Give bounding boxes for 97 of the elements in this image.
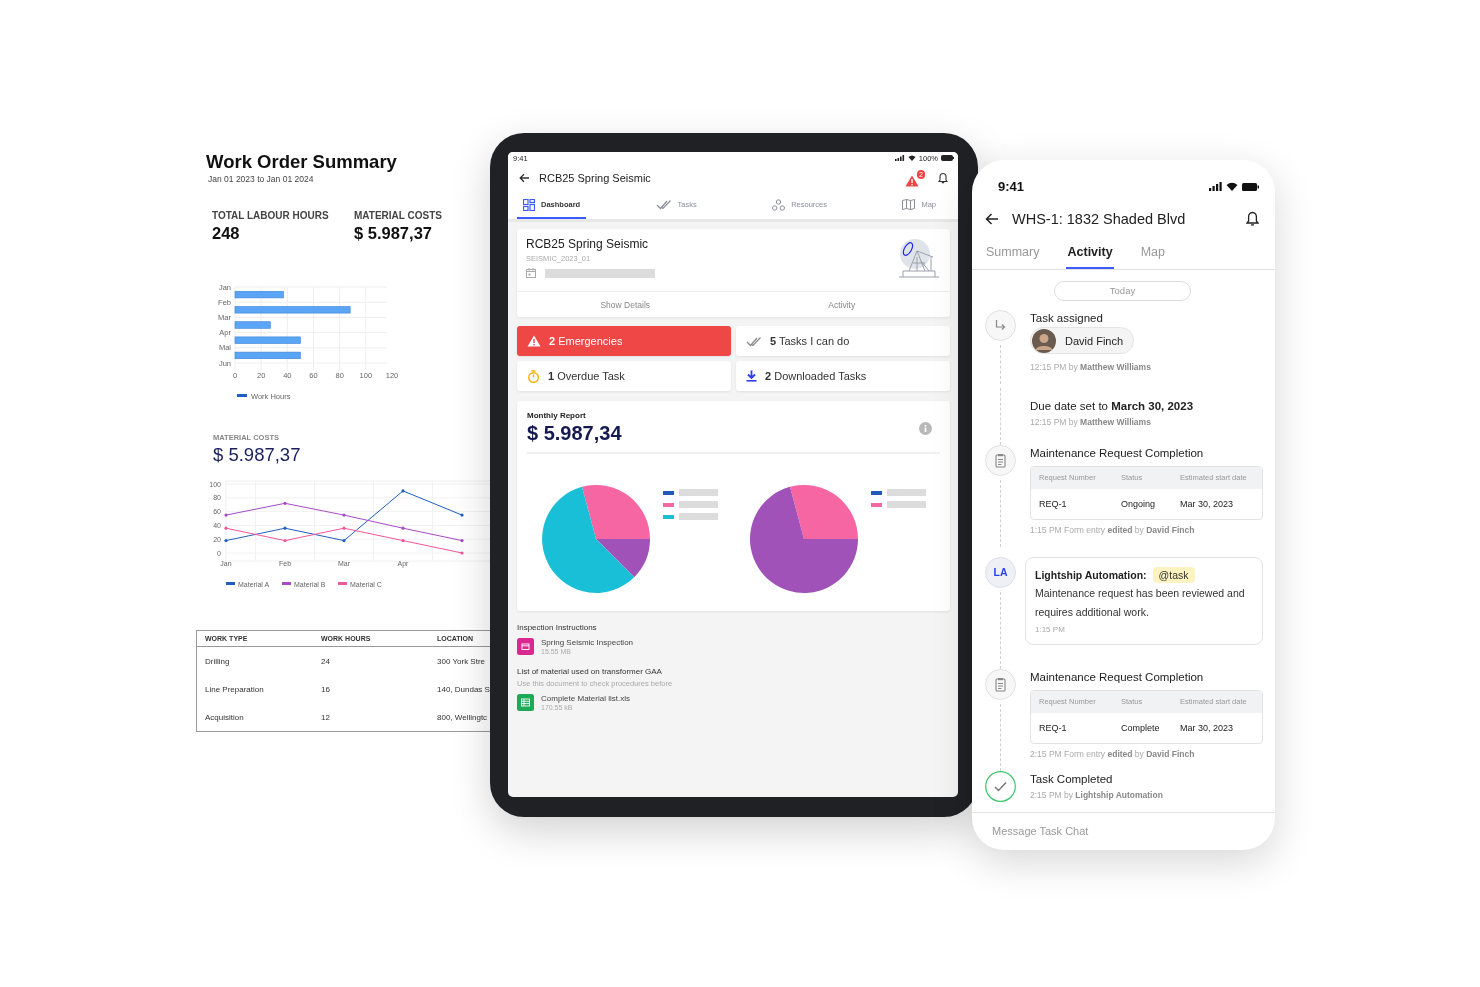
- report-title: Work Order Summary: [206, 150, 398, 174]
- double-check-icon: [655, 199, 672, 210]
- wifi-icon: [907, 155, 916, 161]
- stat-value: 248: [212, 224, 241, 243]
- summary-tile[interactable]: 2 Downloaded Tasks: [736, 361, 950, 391]
- placeholder-bar: [887, 489, 926, 496]
- table-cell: Mar 30, 2023: [1180, 722, 1234, 733]
- signal-icon: [894, 155, 905, 161]
- event-meta: 12:15 PM by Matthew Williams: [1030, 416, 1152, 427]
- stat-value: $ 5.987,37: [354, 224, 433, 243]
- back-arrow-icon[interactable]: [985, 212, 999, 225]
- stat-label: MATERIAL COSTS: [354, 210, 443, 221]
- file-name: Complete Material list.xls: [541, 694, 630, 703]
- placeholder-bar: [679, 513, 718, 520]
- summary-tile[interactable]: 5 Tasks I can do: [736, 326, 950, 356]
- clipboard-icon: [985, 444, 1016, 476]
- download-icon: [746, 370, 757, 382]
- event-title: Due date set to March 30, 2023: [1030, 398, 1195, 412]
- event-meta: 2:15 PM by Lightship Automation: [1030, 789, 1164, 800]
- check-icon: [985, 770, 1016, 802]
- chart-value: $ 5.987,37: [213, 444, 302, 466]
- calendar-icon: [526, 268, 536, 278]
- grid-icon: [523, 198, 535, 211]
- table-cell: 300 York Stre: [429, 646, 496, 675]
- clipboard-icon: [985, 668, 1016, 700]
- spreadsheet-file-icon: [517, 694, 534, 711]
- placeholder-bar: [679, 501, 718, 508]
- circles-icon: [772, 198, 786, 211]
- summary-tile[interactable]: 1 Overdue Task: [517, 361, 731, 391]
- table-cell-text: REQ-1: [1039, 722, 1068, 733]
- calendar-file-icon: [517, 638, 534, 655]
- double-check-icon: [746, 335, 762, 347]
- initials-avatar: LA: [985, 556, 1016, 588]
- legend-swatch: [226, 582, 235, 585]
- amount: $ 5.987,34: [527, 422, 622, 445]
- comment-text: Maintenance request has been reviewed and requires additional work.: [1035, 585, 1246, 620]
- section-heading: List of material used on transformer GAA: [517, 667, 663, 676]
- legend-swatch: [282, 582, 291, 585]
- table-cell-text: 140, Dundas S: [436, 683, 491, 696]
- table-cell: Mar 30, 2023: [1180, 498, 1234, 509]
- tab[interactable]: Map: [1139, 235, 1166, 270]
- battery-icon: [1242, 182, 1259, 191]
- map-icon: [902, 199, 916, 210]
- section-heading: Inspection Instructions: [517, 623, 598, 632]
- back-arrow-icon[interactable]: [519, 173, 530, 183]
- event-meta: 12:15 PM by Matthew Williams: [1030, 361, 1152, 372]
- wifi-icon: [1226, 182, 1238, 192]
- page-title: WHS-1: 1832 Shaded Blvd: [1012, 210, 1186, 227]
- battery-icon: [941, 155, 954, 161]
- person-chip[interactable]: David Finch: [1030, 327, 1135, 355]
- placeholder-bar: [887, 501, 926, 508]
- table-cell: Line Preparation: [196, 675, 313, 703]
- file-name: Spring Seismic Inspection: [541, 638, 634, 647]
- mention-tag: @task: [1152, 566, 1195, 583]
- event-meta: 2:15 PM Form entry edited by David Finch: [1030, 748, 1196, 759]
- bar: [234, 351, 301, 359]
- table-cell: 24: [313, 646, 429, 675]
- event-title: Maintenance Request Completion: [1030, 669, 1205, 683]
- table-cell-text: REQ-1: [1039, 498, 1068, 509]
- event-title: Task assigned: [1030, 311, 1104, 325]
- legend-swatch: [338, 582, 347, 585]
- page-title: RCB25 Spring Seismic: [539, 172, 651, 184]
- link-button[interactable]: Show Details: [517, 299, 734, 310]
- project-title: RCB25 Spring Seismic: [526, 237, 650, 251]
- table-cell-text: Ongoing: [1121, 498, 1157, 509]
- bell-icon[interactable]: [1246, 211, 1259, 227]
- legend-swatch: [237, 394, 247, 397]
- tab[interactable]: Activity: [1066, 235, 1114, 270]
- summary-tile[interactable]: 2 Emergencies: [517, 326, 731, 356]
- comment-time: 1:15 PM: [1035, 624, 1066, 634]
- table-cell-text: Complete: [1121, 722, 1161, 733]
- date-range: Jan 01 2023 to Jan 01 2024: [208, 174, 315, 184]
- bar: [234, 321, 271, 329]
- table-cell: Acquisition: [196, 703, 313, 732]
- link-button[interactable]: Activity: [733, 299, 950, 310]
- signal-icon: [1209, 182, 1222, 192]
- status-time: 9:41: [998, 179, 1025, 195]
- table-cell-text: 16: [320, 683, 331, 696]
- bar: [234, 291, 284, 299]
- table-cell: 12: [313, 703, 429, 732]
- bar: [234, 336, 301, 344]
- warning-icon: [527, 335, 541, 347]
- stopwatch-icon: [527, 369, 540, 383]
- bell-icon[interactable]: [938, 172, 948, 184]
- avatar-icon: [1032, 328, 1056, 353]
- event-title: Task Completed: [1030, 771, 1114, 785]
- card-title: Monthly Report: [527, 411, 587, 420]
- event-title: Maintenance Request Completion: [1030, 445, 1205, 459]
- comment-author: Lightship Automation:: [1035, 568, 1147, 581]
- placeholder-bar: [679, 489, 718, 496]
- warning-icon: [905, 174, 919, 187]
- stat-label: TOTAL LABOUR HOURS: [212, 210, 330, 221]
- message-field[interactable]: Message Task Chat: [992, 825, 1192, 838]
- event-meta: 1:15 PM Form entry edited by David Finch: [1030, 524, 1196, 535]
- table-cell: 800, Wellingtc: [429, 703, 496, 732]
- table-cell: Drilling: [196, 646, 313, 675]
- tab[interactable]: Summary: [985, 235, 1041, 270]
